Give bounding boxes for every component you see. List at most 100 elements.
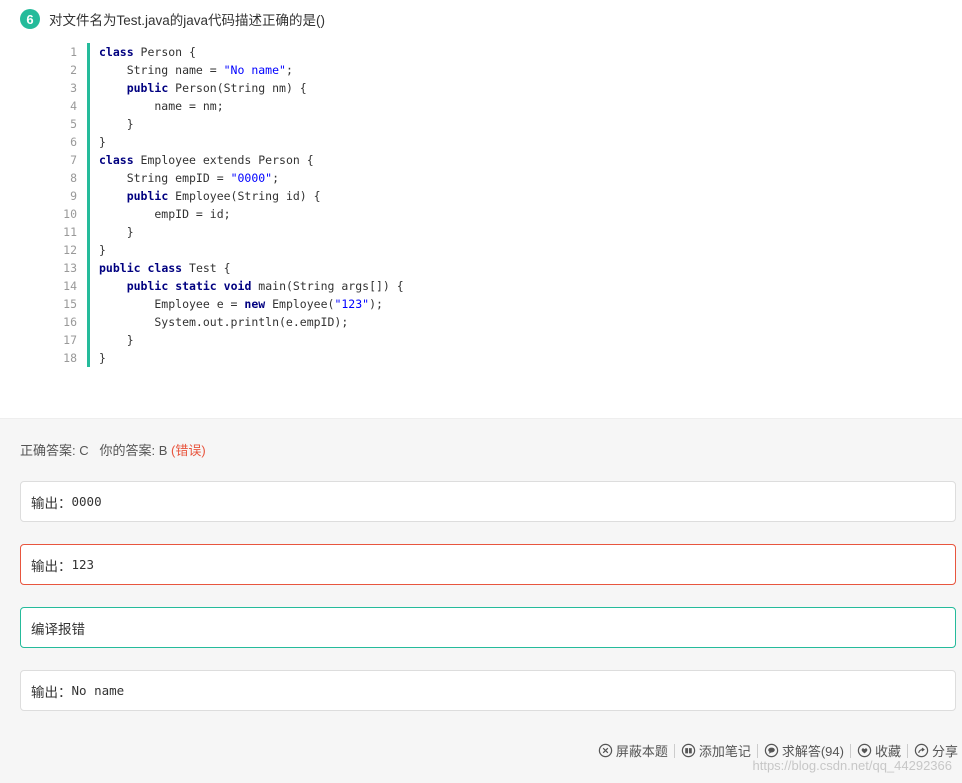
code-keyword: class — [147, 261, 183, 275]
code-text: public class Test { — [90, 259, 231, 277]
code-token: name = nm; — [99, 99, 224, 113]
code-keyword: new — [244, 297, 266, 311]
line-number: 18 — [58, 349, 90, 367]
code-text: Employee e = new Employee("123"); — [90, 295, 383, 313]
code-line: 12} — [58, 241, 404, 259]
code-keyword: void — [223, 279, 252, 293]
code-text: } — [90, 133, 106, 151]
option-c-label: 编译报错 — [31, 621, 85, 637]
code-text: empID = id; — [90, 205, 230, 223]
block-question-label: 屏蔽本题 — [615, 744, 668, 759]
line-number: 16 — [58, 313, 90, 331]
correct-answer-value: C — [79, 443, 89, 458]
code-keyword: public — [126, 189, 169, 203]
notebook-icon — [681, 743, 696, 758]
code-token: Employee e = — [99, 297, 245, 311]
divider — [756, 743, 758, 758]
code-token: ; — [272, 171, 280, 185]
code-line: 5 } — [58, 115, 404, 133]
code-token: System.out.println(e.empID); — [99, 315, 349, 329]
watermark: https://blog.csdn.net/qq_44292366 — [752, 758, 953, 773]
code-token: ; — [285, 63, 293, 77]
code-line: 9 public Employee(String id) { — [58, 187, 404, 205]
code-line: 1 class Person { — [58, 43, 404, 61]
line-number: 9 — [58, 187, 90, 205]
code-text: name = nm; — [90, 97, 224, 115]
code-string: "0000" — [230, 171, 273, 185]
option-d[interactable]: 输出： No name — [20, 670, 956, 711]
line-number: 11 — [58, 223, 90, 241]
line-number: 15 — [58, 295, 90, 313]
code-token: Test { — [182, 261, 231, 275]
line-number: 13 — [58, 259, 90, 277]
code-token: } — [99, 333, 134, 347]
option-a[interactable]: 输出： 0000 — [20, 481, 956, 522]
line-number: 14 — [58, 277, 90, 295]
line-number: 6 — [58, 133, 90, 151]
code-text: public Employee(String id) { — [90, 187, 321, 205]
option-a-value: 0000 — [71, 494, 102, 509]
block-question-button[interactable]: 屏蔽本题 — [598, 741, 668, 760]
heart-icon — [857, 743, 872, 758]
code-text: } — [90, 241, 106, 259]
code-line: 6} — [58, 133, 404, 151]
code-text: public static void main(String args[]) { — [90, 277, 404, 295]
code-text: public Person(String nm) { — [90, 79, 307, 97]
option-b[interactable]: 输出： 123 — [20, 544, 956, 585]
code-block: 1 class Person {2 String name = "No name"… — [58, 43, 404, 367]
code-text: class Person { — [90, 43, 196, 61]
answer-status: (错误) — [171, 443, 206, 458]
your-answer-value: B — [158, 443, 168, 458]
code-line: 16 System.out.println(e.empID); — [58, 313, 404, 331]
line-number: 17 — [58, 331, 90, 349]
code-line: 11 } — [58, 223, 404, 241]
code-line: 18} — [58, 349, 404, 367]
code-text: System.out.println(e.empID); — [90, 313, 348, 331]
code-token: } — [99, 351, 106, 365]
line-number: 3 — [58, 79, 90, 97]
code-keyword: class — [99, 45, 134, 59]
code-line: 14 public static void main(String args[]… — [58, 277, 404, 295]
code-token: } — [99, 243, 106, 257]
code-keyword: public — [126, 81, 169, 95]
code-line: 3 public Person(String nm) { — [58, 79, 404, 97]
divider — [906, 743, 908, 758]
code-line: 2 String name = "No name"; — [58, 61, 404, 79]
code-line: 4 name = nm; — [58, 97, 404, 115]
code-token: Person { — [133, 45, 196, 59]
option-c[interactable]: 编译报错 — [20, 607, 956, 648]
add-note-button[interactable]: 添加笔记 — [681, 741, 751, 760]
code-token: ); — [369, 297, 383, 311]
code-line: 8 String empID = "0000"; — [58, 169, 404, 187]
code-token: } — [99, 225, 134, 239]
option-a-label: 输出： — [31, 495, 72, 511]
code-text: String empID = "0000"; — [90, 169, 279, 187]
answer-info: 正确答案: C 你的答案: B (错误) — [20, 440, 206, 459]
code-keyword: public — [99, 261, 141, 275]
code-token: } — [99, 117, 134, 131]
divider — [673, 743, 675, 758]
line-number: 2 — [58, 61, 90, 79]
your-answer-label: 你的答案: — [99, 443, 159, 458]
line-number: 10 — [58, 205, 90, 223]
code-line: 13 public class Test { — [58, 259, 404, 277]
divider — [849, 743, 851, 758]
code-keyword: class — [99, 153, 134, 167]
option-d-label: 输出： — [31, 684, 72, 700]
question-text: 对文件名为Test.java的java代码描述正确的是() — [49, 13, 326, 28]
code-token: String empID = — [99, 171, 231, 185]
option-b-value: 123 — [71, 557, 95, 572]
question-header: 6 对文件名为Test.java的java代码描述正确的是() — [20, 8, 325, 30]
line-number: 4 — [58, 97, 90, 115]
code-text: } — [90, 223, 134, 241]
option-b-label: 输出： — [31, 558, 72, 574]
code-line: 10 empID = id; — [58, 205, 404, 223]
code-token: Employee(String id) { — [168, 189, 321, 203]
code-string: "No name" — [223, 63, 286, 77]
answer-area: 正确答案: C 你的答案: B (错误) 输出： 0000 输出： 123 编译报错… — [0, 418, 962, 783]
line-number: 8 — [58, 169, 90, 187]
line-number: 5 — [58, 115, 90, 133]
